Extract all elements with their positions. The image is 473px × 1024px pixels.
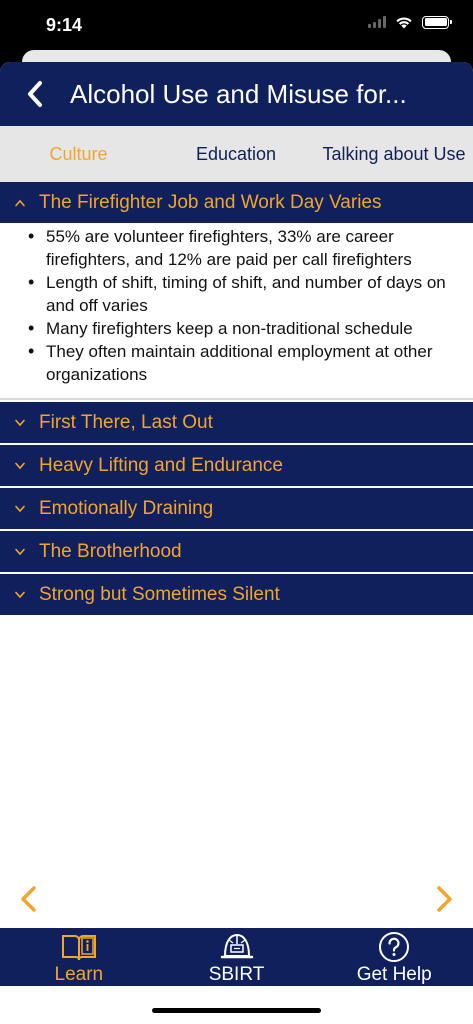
chevron-down-icon xyxy=(0,591,39,599)
list-item: They often maintain additional employmen… xyxy=(20,340,463,386)
app-sheet: Alcohol Use and Misuse for... Culture Ed… xyxy=(0,62,473,1024)
accordion-header[interactable]: The Brotherhood xyxy=(0,531,473,572)
status-icons xyxy=(368,15,452,29)
status-bar: 9:14 xyxy=(0,0,473,52)
home-indicator-area xyxy=(0,986,473,1024)
bullet-list: 55% are volunteer firefighters, 33% are … xyxy=(20,225,463,386)
home-indicator[interactable] xyxy=(152,1008,321,1013)
accordion-header[interactable]: Strong but Sometimes Silent xyxy=(0,574,473,615)
accordion-header[interactable]: Heavy Lifting and Endurance xyxy=(0,445,473,486)
segment-tabs: Culture Education Talking about Use xyxy=(0,126,473,182)
accordion-section: Emotionally Draining xyxy=(0,488,473,529)
tabbar-item-sbirt[interactable]: SBIRT xyxy=(158,928,316,986)
chevron-left-icon xyxy=(28,81,42,107)
previous-page-button[interactable] xyxy=(14,884,44,914)
accordion-section: First There, Last Out xyxy=(0,402,473,443)
tabbar-label: SBIRT xyxy=(208,964,265,985)
tabbar-item-get-help[interactable]: Get Help xyxy=(315,928,473,986)
chevron-right-icon xyxy=(437,886,452,912)
chevron-left-icon xyxy=(21,886,36,912)
accordion-body: 55% are volunteer firefighters, 33% are … xyxy=(0,223,473,400)
cellular-signal-icon xyxy=(368,16,386,28)
tab-talking-about-use[interactable]: Talking about Use xyxy=(315,144,473,165)
wifi-icon xyxy=(396,17,412,29)
accordion-section: Heavy Lifting and Endurance xyxy=(0,445,473,486)
accordion-title: The Brotherhood xyxy=(39,540,182,562)
accordion-title: Heavy Lifting and Endurance xyxy=(39,454,283,476)
accordion-title: Strong but Sometimes Silent xyxy=(39,583,280,605)
accordion-section: Strong but Sometimes Silent xyxy=(0,574,473,615)
accordion-header[interactable]: First There, Last Out xyxy=(0,402,473,443)
tab-education[interactable]: Education xyxy=(157,144,315,165)
tabbar-label: Learn xyxy=(54,964,104,985)
tabbar-item-learn[interactable]: Learn xyxy=(0,928,158,986)
chevron-down-icon xyxy=(0,462,39,470)
nav-bar: Alcohol Use and Misuse for... xyxy=(0,62,473,126)
accordion-header[interactable]: The Firefighter Job and Work Day Varies xyxy=(0,182,473,223)
next-page-button[interactable] xyxy=(429,884,459,914)
chevron-up-icon xyxy=(0,199,39,207)
status-time: 9:14 xyxy=(46,15,83,35)
chevron-down-icon xyxy=(0,419,39,427)
accordion-title: Emotionally Draining xyxy=(39,497,214,519)
accordion-section: The Brotherhood xyxy=(0,531,473,572)
list-item: Length of shift, timing of shift, and nu… xyxy=(20,271,463,317)
accordion-header[interactable]: Emotionally Draining xyxy=(0,488,473,529)
battery-icon xyxy=(422,15,452,29)
page-title: Alcohol Use and Misuse for... xyxy=(70,78,407,109)
tab-culture[interactable]: Culture xyxy=(0,144,157,165)
list-item: Many firefighters keep a non-traditional… xyxy=(20,317,463,340)
back-button[interactable] xyxy=(0,62,70,126)
accordion-title: First There, Last Out xyxy=(39,411,213,433)
tabbar-label: Get Help xyxy=(356,964,432,985)
list-item: 55% are volunteer firefighters, 33% are … xyxy=(20,225,463,271)
accordion-section: The Firefighter Job and Work Day Varies … xyxy=(0,182,473,400)
chevron-down-icon xyxy=(0,548,39,556)
bottom-tab-bar: Learn SBIRT Get Help xyxy=(0,928,473,986)
firefighter-helmet-icon xyxy=(220,931,254,963)
chevron-down-icon xyxy=(0,505,39,513)
accordion-title: The Firefighter Job and Work Day Varies xyxy=(39,191,382,213)
book-info-icon xyxy=(61,931,97,963)
question-circle-icon xyxy=(378,931,410,963)
